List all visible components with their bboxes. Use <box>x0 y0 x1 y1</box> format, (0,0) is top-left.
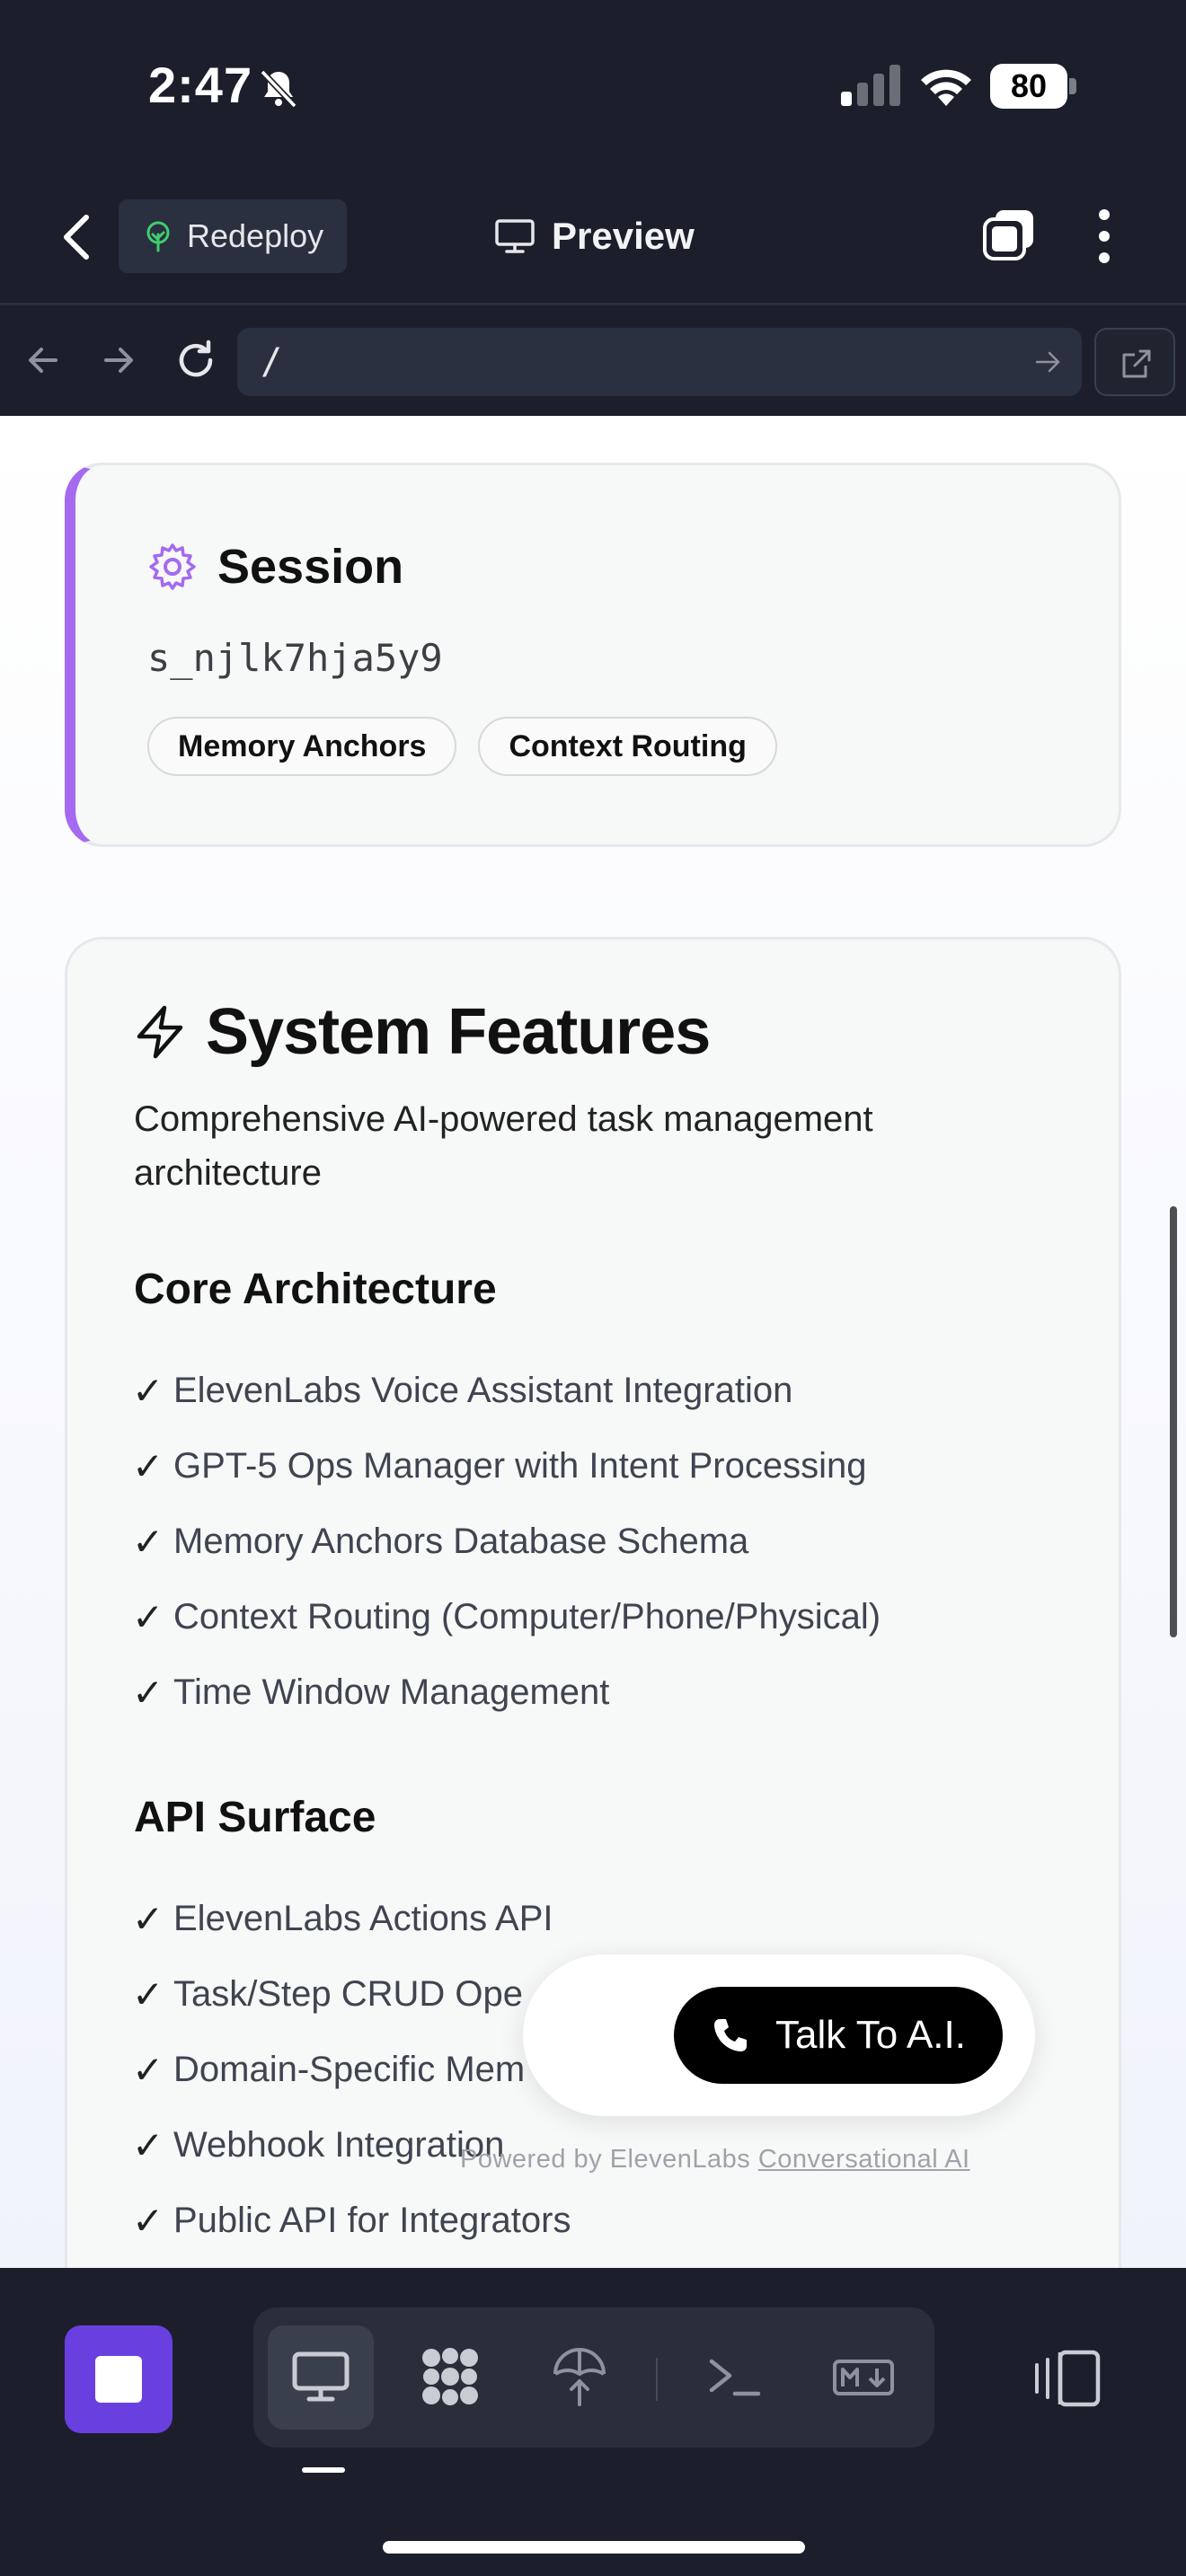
page-title-label: Preview <box>552 215 695 257</box>
list-item-label: Time Window Management <box>173 1672 610 1712</box>
home-indicator <box>383 2541 805 2554</box>
active-tool-indicator <box>302 2467 345 2473</box>
url-text: / <box>261 341 283 383</box>
list-item: ✓ GPT-5 Ops Manager with Intent Processin… <box>132 1428 881 1504</box>
list-item: ✓ Task/Step CRUD Ope <box>132 1956 571 2032</box>
checkmark-icon: ✓ <box>132 1519 164 1564</box>
checkmark-icon: ✓ <box>132 1594 164 1639</box>
chevron-left-icon[interactable] <box>56 210 97 264</box>
list-item: ✓ ElevenLabs Voice Assistant Integration <box>132 1353 881 1428</box>
gear-icon <box>149 543 196 590</box>
tag-chip: Context Routing <box>478 717 777 776</box>
powered-by-prefix: Powered by ElevenLabs <box>460 2145 758 2174</box>
page-title: Preview <box>494 205 695 268</box>
terminal-icon <box>709 2359 761 2396</box>
browser-bar: / <box>0 308 1186 416</box>
features-title: System Features <box>206 996 711 1068</box>
list-item: ✓ Public API for Integrators <box>132 2183 571 2258</box>
open-external-button[interactable] <box>1094 328 1175 396</box>
go-arrow-icon[interactable] <box>1033 348 1062 376</box>
features-subtitle: Comprehensive AI-powered task management… <box>134 1099 873 1193</box>
list-item-label: Memory Anchors Database Schema <box>173 1521 749 1561</box>
list-item-label: ElevenLabs Actions API <box>173 1898 553 1938</box>
voice-assistant-widget: Talk To A.I. <box>523 1954 1035 2116</box>
list-item-label: ElevenLabs Voice Assistant Integration <box>173 1370 793 1410</box>
session-card: Session s_njlk7hja5y9 Memory Anchors Con… <box>65 463 1121 847</box>
talk-to-ai-label: Talk To A.I. <box>775 2013 966 2057</box>
session-id: s_njlk7hja5y9 <box>147 636 443 680</box>
grid-blob-icon <box>422 2348 478 2405</box>
checkmark-icon: ✓ <box>132 2047 164 2092</box>
battery-level: 80 <box>1010 67 1048 104</box>
tool-deploy[interactable] <box>527 2325 633 2430</box>
list-item: ✓ Context Routing (Computer/Phone/Physica… <box>132 1579 881 1654</box>
bell-slash-icon <box>260 69 297 109</box>
checkmark-icon: ✓ <box>132 2122 164 2167</box>
app-header: Redeploy Preview <box>0 171 1186 305</box>
checkmark-icon: ✓ <box>132 1443 164 1488</box>
checkmark-icon: ✓ <box>132 1368 164 1413</box>
list-item-label: Domain-Specific Mem <box>173 2049 526 2089</box>
core-architecture-list: ✓ ElevenLabs Voice Assistant Integration … <box>132 1353 881 1730</box>
tool-workflows[interactable] <box>397 2325 503 2430</box>
tree-icon <box>146 221 170 252</box>
redeploy-button[interactable]: Redeploy <box>119 199 347 273</box>
monitor-icon <box>292 2351 350 2402</box>
deploy-icon <box>553 2348 606 2406</box>
status-bar: 2:47 80 <box>0 0 1186 171</box>
bottom-toolbar <box>0 2268 1186 2576</box>
list-item-label: Task/Step CRUD Ope <box>173 1973 524 2014</box>
wifi-icon <box>921 69 971 106</box>
session-tags: Memory Anchors Context Routing <box>147 717 777 776</box>
phone-icon <box>714 2019 748 2051</box>
monitor-icon <box>495 219 535 253</box>
refresh-icon[interactable] <box>173 337 219 384</box>
markdown-icon <box>833 2360 894 2395</box>
list-item: ✓ Time Window Management <box>132 1654 881 1730</box>
tabs-icon[interactable] <box>981 207 1037 262</box>
checkmark-icon: ✓ <box>132 2198 164 2243</box>
tool-terminal[interactable] <box>681 2325 787 2430</box>
tool-group <box>253 2307 934 2448</box>
tool-preview[interactable] <box>268 2325 374 2430</box>
cellular-signal-icon <box>841 65 900 106</box>
url-input[interactable]: / <box>237 328 1082 396</box>
list-item: ✓ Domain-Specific Mem <box>132 2032 571 2107</box>
tool-markdown[interactable] <box>810 2325 916 2430</box>
toolbar-divider <box>656 2358 658 2401</box>
scrollbar[interactable] <box>1170 1206 1177 1637</box>
stop-button[interactable] <box>65 2325 173 2433</box>
session-header: Session <box>147 539 403 595</box>
status-time: 2:47 <box>148 57 253 113</box>
checkmark-icon: ✓ <box>132 1972 164 2016</box>
list-item-label: Public API for Integrators <box>173 2200 571 2240</box>
api-surface-list: ✓ ElevenLabs Actions API ✓ Task/Step CRUD … <box>132 1881 571 2258</box>
redeploy-label: Redeploy <box>187 217 324 254</box>
external-link-icon <box>1122 349 1151 378</box>
checkmark-icon: ✓ <box>132 1670 164 1715</box>
list-item-label: Webhook Integration <box>173 2124 505 2165</box>
list-item-label: GPT-5 Ops Manager with Intent Processing <box>173 1445 867 1486</box>
stop-icon <box>95 2356 142 2403</box>
arrow-left-icon[interactable] <box>20 337 66 384</box>
battery-icon: 80 <box>990 64 1076 109</box>
session-title: Session <box>217 540 404 594</box>
split-layout-icon[interactable] <box>1033 2347 1102 2410</box>
arrow-right-icon[interactable] <box>95 337 142 384</box>
list-item: ✓ ElevenLabs Actions API <box>132 1881 571 1956</box>
tag-chip: Memory Anchors <box>147 717 457 776</box>
talk-to-ai-button[interactable]: Talk To A.I. <box>674 1987 1003 2084</box>
list-item-label: Context Routing (Computer/Phone/Physical… <box>173 1596 881 1636</box>
section-heading-core: Core Architecture <box>134 1266 497 1313</box>
powered-by-text: Powered by ElevenLabs Conversational AI <box>460 2145 970 2175</box>
lightning-icon <box>137 1005 183 1059</box>
list-item: ✓ Memory Anchors Database Schema <box>132 1504 881 1579</box>
more-vertical-icon[interactable] <box>1091 207 1118 266</box>
section-heading-api: API Surface <box>134 1794 376 1841</box>
conversational-ai-link[interactable]: Conversational AI <box>758 2145 970 2174</box>
features-header: System Features <box>134 995 711 1069</box>
checkmark-icon: ✓ <box>132 1896 164 1941</box>
